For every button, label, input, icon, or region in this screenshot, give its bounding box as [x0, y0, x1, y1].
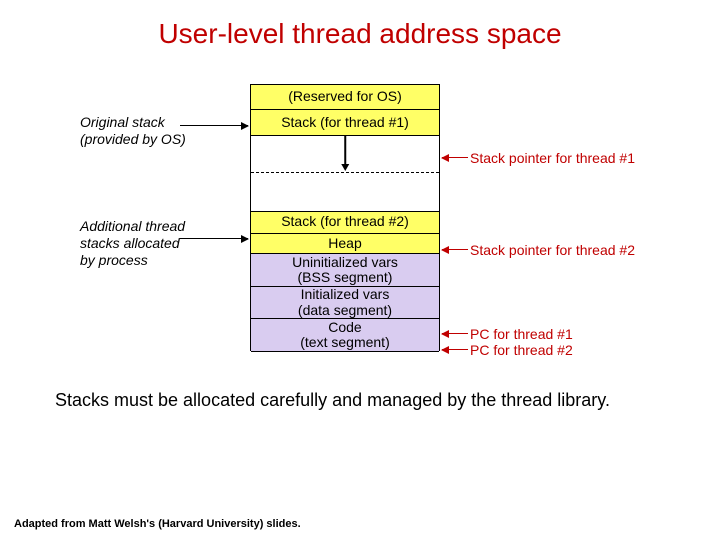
stack1-growth-arrow	[344, 136, 346, 171]
seg-text: Code (text segment)	[251, 318, 439, 352]
seg-reserved-os: (Reserved for OS)	[251, 84, 439, 110]
arrow-sp-thread2	[442, 249, 468, 250]
label-additional-stacks: Additional thread stacks allocated by pr…	[80, 218, 240, 268]
label-sp-thread1: Stack pointer for thread #1	[470, 150, 635, 167]
arrow-addl-stacks	[180, 238, 248, 239]
page-title: User-level thread address space	[0, 0, 720, 50]
seg-data: Initialized vars (data segment)	[251, 286, 439, 320]
seg-stack-thread2: Stack (for thread #2)	[251, 210, 439, 234]
label-pc-thread2: PC for thread #2	[470, 342, 573, 359]
stack-allocation-note: Stacks must be allocated carefully and m…	[55, 390, 665, 411]
seg-gap-2	[251, 172, 439, 212]
arrow-sp-thread1	[442, 157, 468, 158]
seg-bss: Uninitialized vars (BSS segment)	[251, 253, 439, 287]
seg-stack-thread1: Stack (for thread #1)	[251, 109, 439, 137]
attribution-credit: Adapted from Matt Welsh's (Harvard Unive…	[14, 518, 301, 530]
arrow-pc-thread1	[442, 333, 468, 334]
arrow-orig-stack	[180, 125, 248, 126]
seg-heap: Heap	[251, 233, 439, 255]
label-sp-thread2: Stack pointer for thread #2	[470, 242, 635, 259]
diagram-stage: (Reserved for OS) Stack (for thread #1) …	[0, 70, 720, 540]
label-original-stack: Original stack (provided by OS)	[80, 114, 240, 148]
memory-column: (Reserved for OS) Stack (for thread #1) …	[250, 84, 440, 351]
label-pc-thread1: PC for thread #1	[470, 326, 573, 343]
arrow-pc-thread2	[442, 349, 468, 350]
seg-gap-1	[251, 135, 439, 173]
